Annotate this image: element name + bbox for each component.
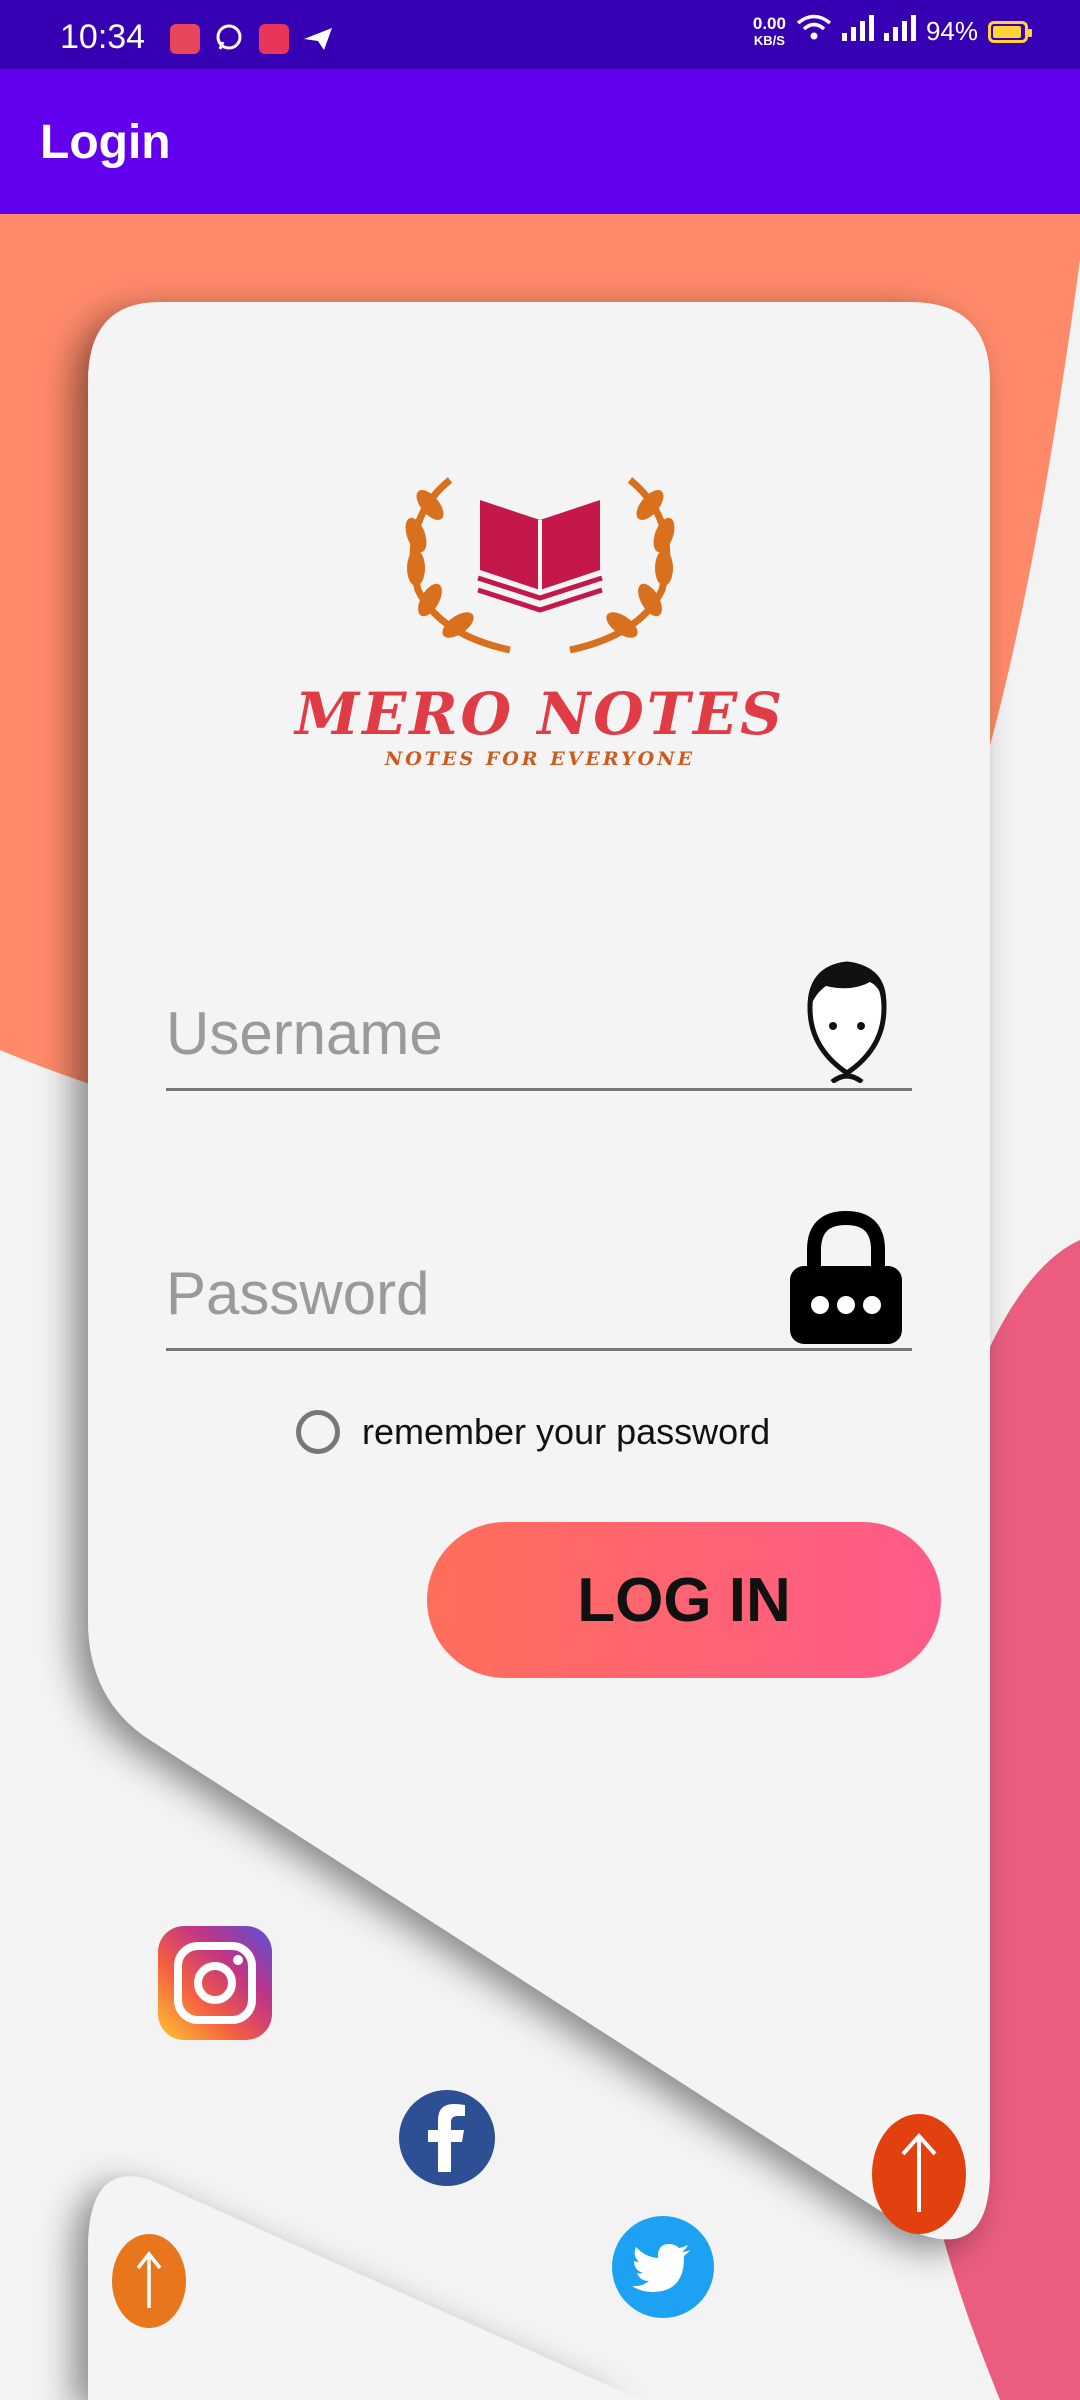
remember-password-option[interactable]: remember your password <box>296 1410 770 1454</box>
password-field-container <box>166 1210 912 1351</box>
login-button[interactable]: LOG IN <box>427 1522 941 1678</box>
remember-label: remember your password <box>362 1411 771 1452</box>
password-input[interactable] <box>166 1238 766 1348</box>
facebook-icon[interactable] <box>399 2090 495 2191</box>
arrow-up-icon-small <box>136 2251 162 2308</box>
scroll-up-fab[interactable] <box>872 2114 966 2234</box>
lock-icon <box>788 1210 904 1351</box>
scroll-up-fab-small[interactable] <box>112 2234 186 2328</box>
instagram-icon[interactable] <box>158 1926 272 2045</box>
username-field-container <box>166 961 912 1091</box>
username-input[interactable] <box>166 978 766 1088</box>
twitter-icon[interactable] <box>612 2216 714 2323</box>
brand-name: MERO NOTES <box>294 680 786 748</box>
brand-tagline: NOTES FOR EVERYONE <box>384 748 696 770</box>
remember-radio[interactable] <box>296 1410 340 1454</box>
mero-notes-logo <box>405 477 675 654</box>
user-face-icon <box>802 958 892 1088</box>
arrow-up-icon <box>901 2132 937 2212</box>
